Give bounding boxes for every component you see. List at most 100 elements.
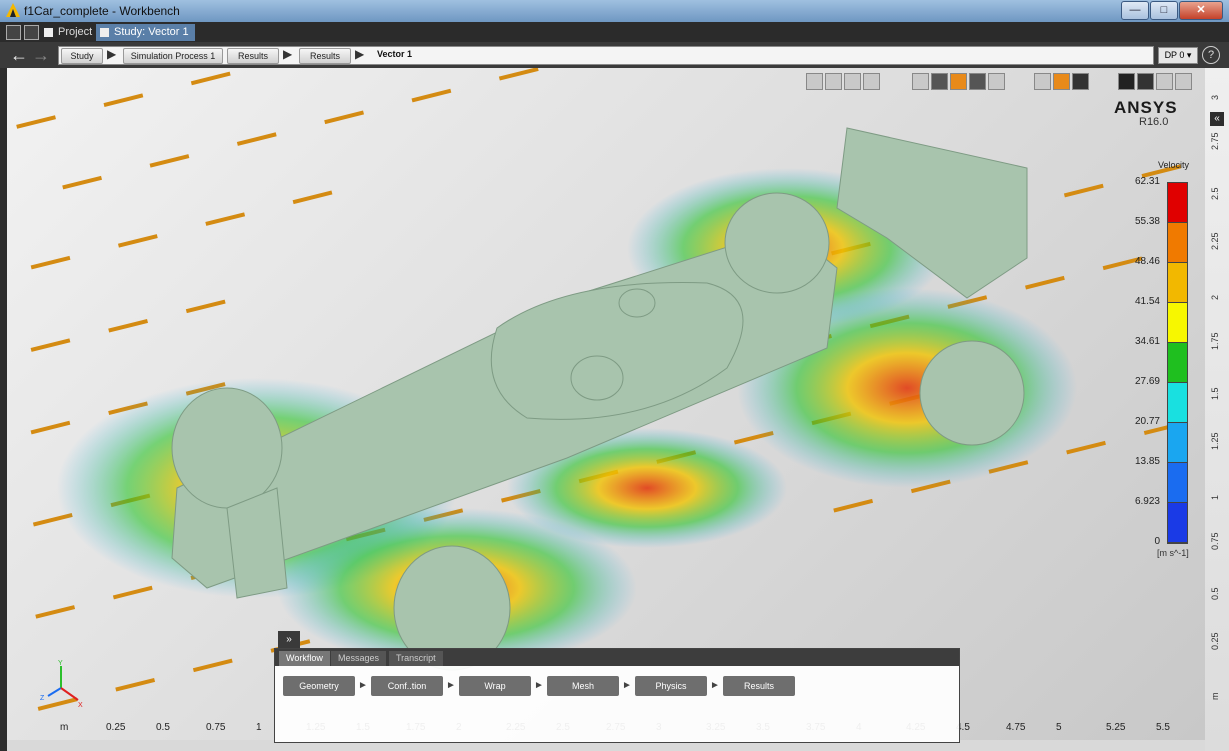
bottom-panel-toggle[interactable]: » [278,631,300,648]
x-axis-tick-label: 5 [1056,722,1062,733]
zoom-toolbar [1034,73,1091,90]
tab-transcript[interactable]: Transcript [389,651,443,666]
tab-bar: Project Study: Vector 1 [0,22,1229,42]
wireframe-icon[interactable] [969,73,986,90]
legend-value: 20.77 [1134,416,1160,427]
probe-icon[interactable] [1156,73,1173,90]
rear-left-wheel [724,192,830,294]
colorbar-segment [1168,183,1187,223]
shaded-view-icon[interactable] [950,73,967,90]
y-axis-tick-label: 2.5 [1210,187,1220,200]
forward-arrow-icon[interactable]: → [32,45,50,65]
legend-value: 27.69 [1134,376,1160,387]
tab-workflow[interactable]: Workflow [279,651,330,666]
minimize-button[interactable]: — [1121,1,1149,20]
crumb-results[interactable]: Results [227,48,279,64]
arrow-right-icon: ► [446,680,456,691]
front-left-wheel [171,387,283,509]
crumb-study[interactable]: Study [61,48,103,64]
colorbar-segment [1168,263,1187,303]
y-axis-tick-label: 1.75 [1210,332,1220,350]
back-arrow-icon[interactable]: ← [10,45,28,65]
arrow-right-icon: ► [534,680,544,691]
hidden-line-icon[interactable] [988,73,1005,90]
breadcrumb: Study ▶ Simulation Process 1 Results ▶ R… [58,46,1154,65]
view-mode-toolbar [912,73,1007,90]
image-export-icon[interactable] [1175,73,1192,90]
graphics-viewport[interactable] [7,68,1205,740]
x-axis-tick-label: 4.75 [1006,722,1026,733]
tab-study-vector[interactable]: Study: Vector 1 [96,24,195,41]
legend-value: 34.61 [1134,336,1160,347]
workflow-mesh[interactable]: Mesh [547,676,619,696]
collapse-panel-button[interactable]: « [1210,112,1224,126]
chevron-right-icon: ▶ [283,47,293,61]
legend-value: 13.85 [1134,456,1160,467]
x-axis-tick-label: 0.5 [156,722,170,733]
view-right-icon[interactable] [863,73,880,90]
window-title: f1Car_complete - Workbench [24,4,180,18]
view-left-icon[interactable] [844,73,861,90]
y-axis-tick-label: 2.25 [1210,232,1220,250]
colorbar-segment [1168,383,1187,423]
legend-units: [m s^-1] [1157,548,1189,558]
crumb-simulation-process[interactable]: Simulation Process 1 [123,48,223,64]
y-axis-tick-label: 0.5 [1210,587,1220,600]
x-axis-tick-label: 5.5 [1156,722,1170,733]
legend-value: 0 [1154,536,1160,547]
view-orientation-toolbar [806,73,882,90]
maximize-button[interactable]: □ [1150,1,1178,20]
x-axis-tick-label: 0.25 [106,722,126,733]
bottom-panel: Workflow Messages Transcript Geometry ► … [274,648,960,743]
help-icon[interactable]: ? [1202,46,1220,64]
workflow-configuration[interactable]: Conf..tion [371,676,443,696]
y-axis-tick-label: 2 [1210,294,1220,300]
camera-icon[interactable] [1137,73,1154,90]
tab-messages[interactable]: Messages [331,651,387,666]
workflow-wrap[interactable]: Wrap [459,676,531,696]
svg-text:Y: Y [58,660,63,667]
tab-project[interactable]: Project [40,24,98,41]
y-axis-tick-label: 3 [1210,94,1220,100]
crumb-results-2[interactable]: Results [299,48,351,64]
workflow-results[interactable]: Results [723,676,795,696]
colorbar-segment [1168,343,1187,383]
legend-value: 55.38 [1134,216,1160,227]
y-axis-tick-label: 0.75 [1210,532,1220,550]
x-axis-tick-label: 5.25 [1106,722,1126,733]
ansys-logo-icon [6,3,20,17]
tab-project-label: Project [58,26,93,38]
colorbar-segment [1168,223,1187,263]
workflow-physics[interactable]: Physics [635,676,707,696]
fullscreen-icon[interactable] [1072,73,1089,90]
x-axis-tick-label: 1 [256,722,262,733]
colorbar-segment [1168,423,1187,463]
view-front-icon[interactable] [806,73,823,90]
workflow-geometry[interactable]: Geometry [283,676,355,696]
window-titlebar: f1Car_complete - Workbench — □ ✕ [0,0,1229,22]
lighting-toolbar [1118,73,1194,90]
arrow-right-icon: ► [358,680,368,691]
svg-text:Z: Z [40,695,45,702]
zoom-box-icon[interactable] [1034,73,1051,90]
y-axis-tick-label: 2.75 [1210,132,1220,150]
menu-icon[interactable] [6,25,21,40]
light-icon[interactable] [1118,73,1135,90]
perspective-icon[interactable] [931,73,948,90]
zoom-fit-icon[interactable] [1053,73,1070,90]
crumb-vector: Vector 1 [377,49,413,59]
tab-study-vector-label: Study: Vector 1 [114,26,189,38]
velocity-colorbar [1167,182,1188,544]
iso-view-icon[interactable] [912,73,929,90]
design-point-dropdown[interactable]: DP 0 ▾ [1158,47,1198,64]
arrow-right-icon: ► [622,680,632,691]
view-back-icon[interactable] [825,73,842,90]
svg-text:X: X [78,702,83,708]
x-axis-unit: m [60,722,69,733]
left-gutter [0,68,7,751]
velocity-vector-scene [16,68,1184,711]
close-button[interactable]: ✕ [1179,1,1223,20]
save-icon[interactable] [24,25,39,40]
navigation-bar: ← → Study ▶ Simulation Process 1 Results… [0,42,1229,68]
legend-title: Velocity [1158,160,1190,170]
